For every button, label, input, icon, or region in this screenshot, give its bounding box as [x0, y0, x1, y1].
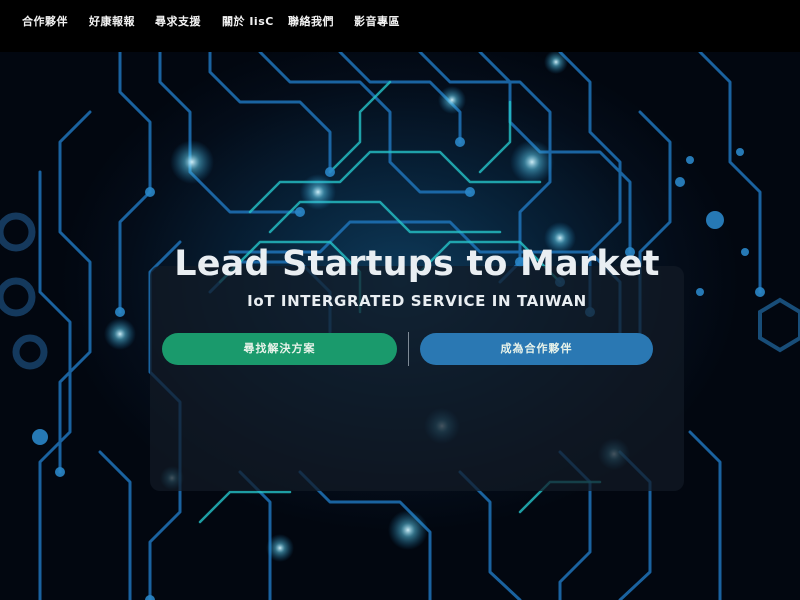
- hero-banner: [0, 52, 800, 600]
- nav-item-support[interactable]: 尋求支援: [155, 14, 201, 30]
- hero-subheadline: IoT INTERGRATED SERVICE IN TAIWAN: [247, 292, 587, 310]
- top-navigation: 合作夥伴 好康報報 尋求支援 關於 IisC 聯絡我們 影音專區: [0, 0, 800, 52]
- button-divider: [408, 332, 409, 366]
- nav-item-partners[interactable]: 合作夥伴: [22, 14, 68, 30]
- nav-item-news[interactable]: 好康報報: [89, 14, 135, 30]
- hero-headline: Lead Startups to Market: [174, 244, 660, 284]
- nav-item-about[interactable]: 關於 IisC: [222, 14, 274, 30]
- find-solution-button[interactable]: 尋找解決方案: [162, 333, 397, 365]
- become-partner-button[interactable]: 成為合作夥伴: [420, 333, 653, 365]
- nav-item-video[interactable]: 影音專區: [354, 14, 400, 30]
- nav-item-contact[interactable]: 聯絡我們: [288, 14, 334, 30]
